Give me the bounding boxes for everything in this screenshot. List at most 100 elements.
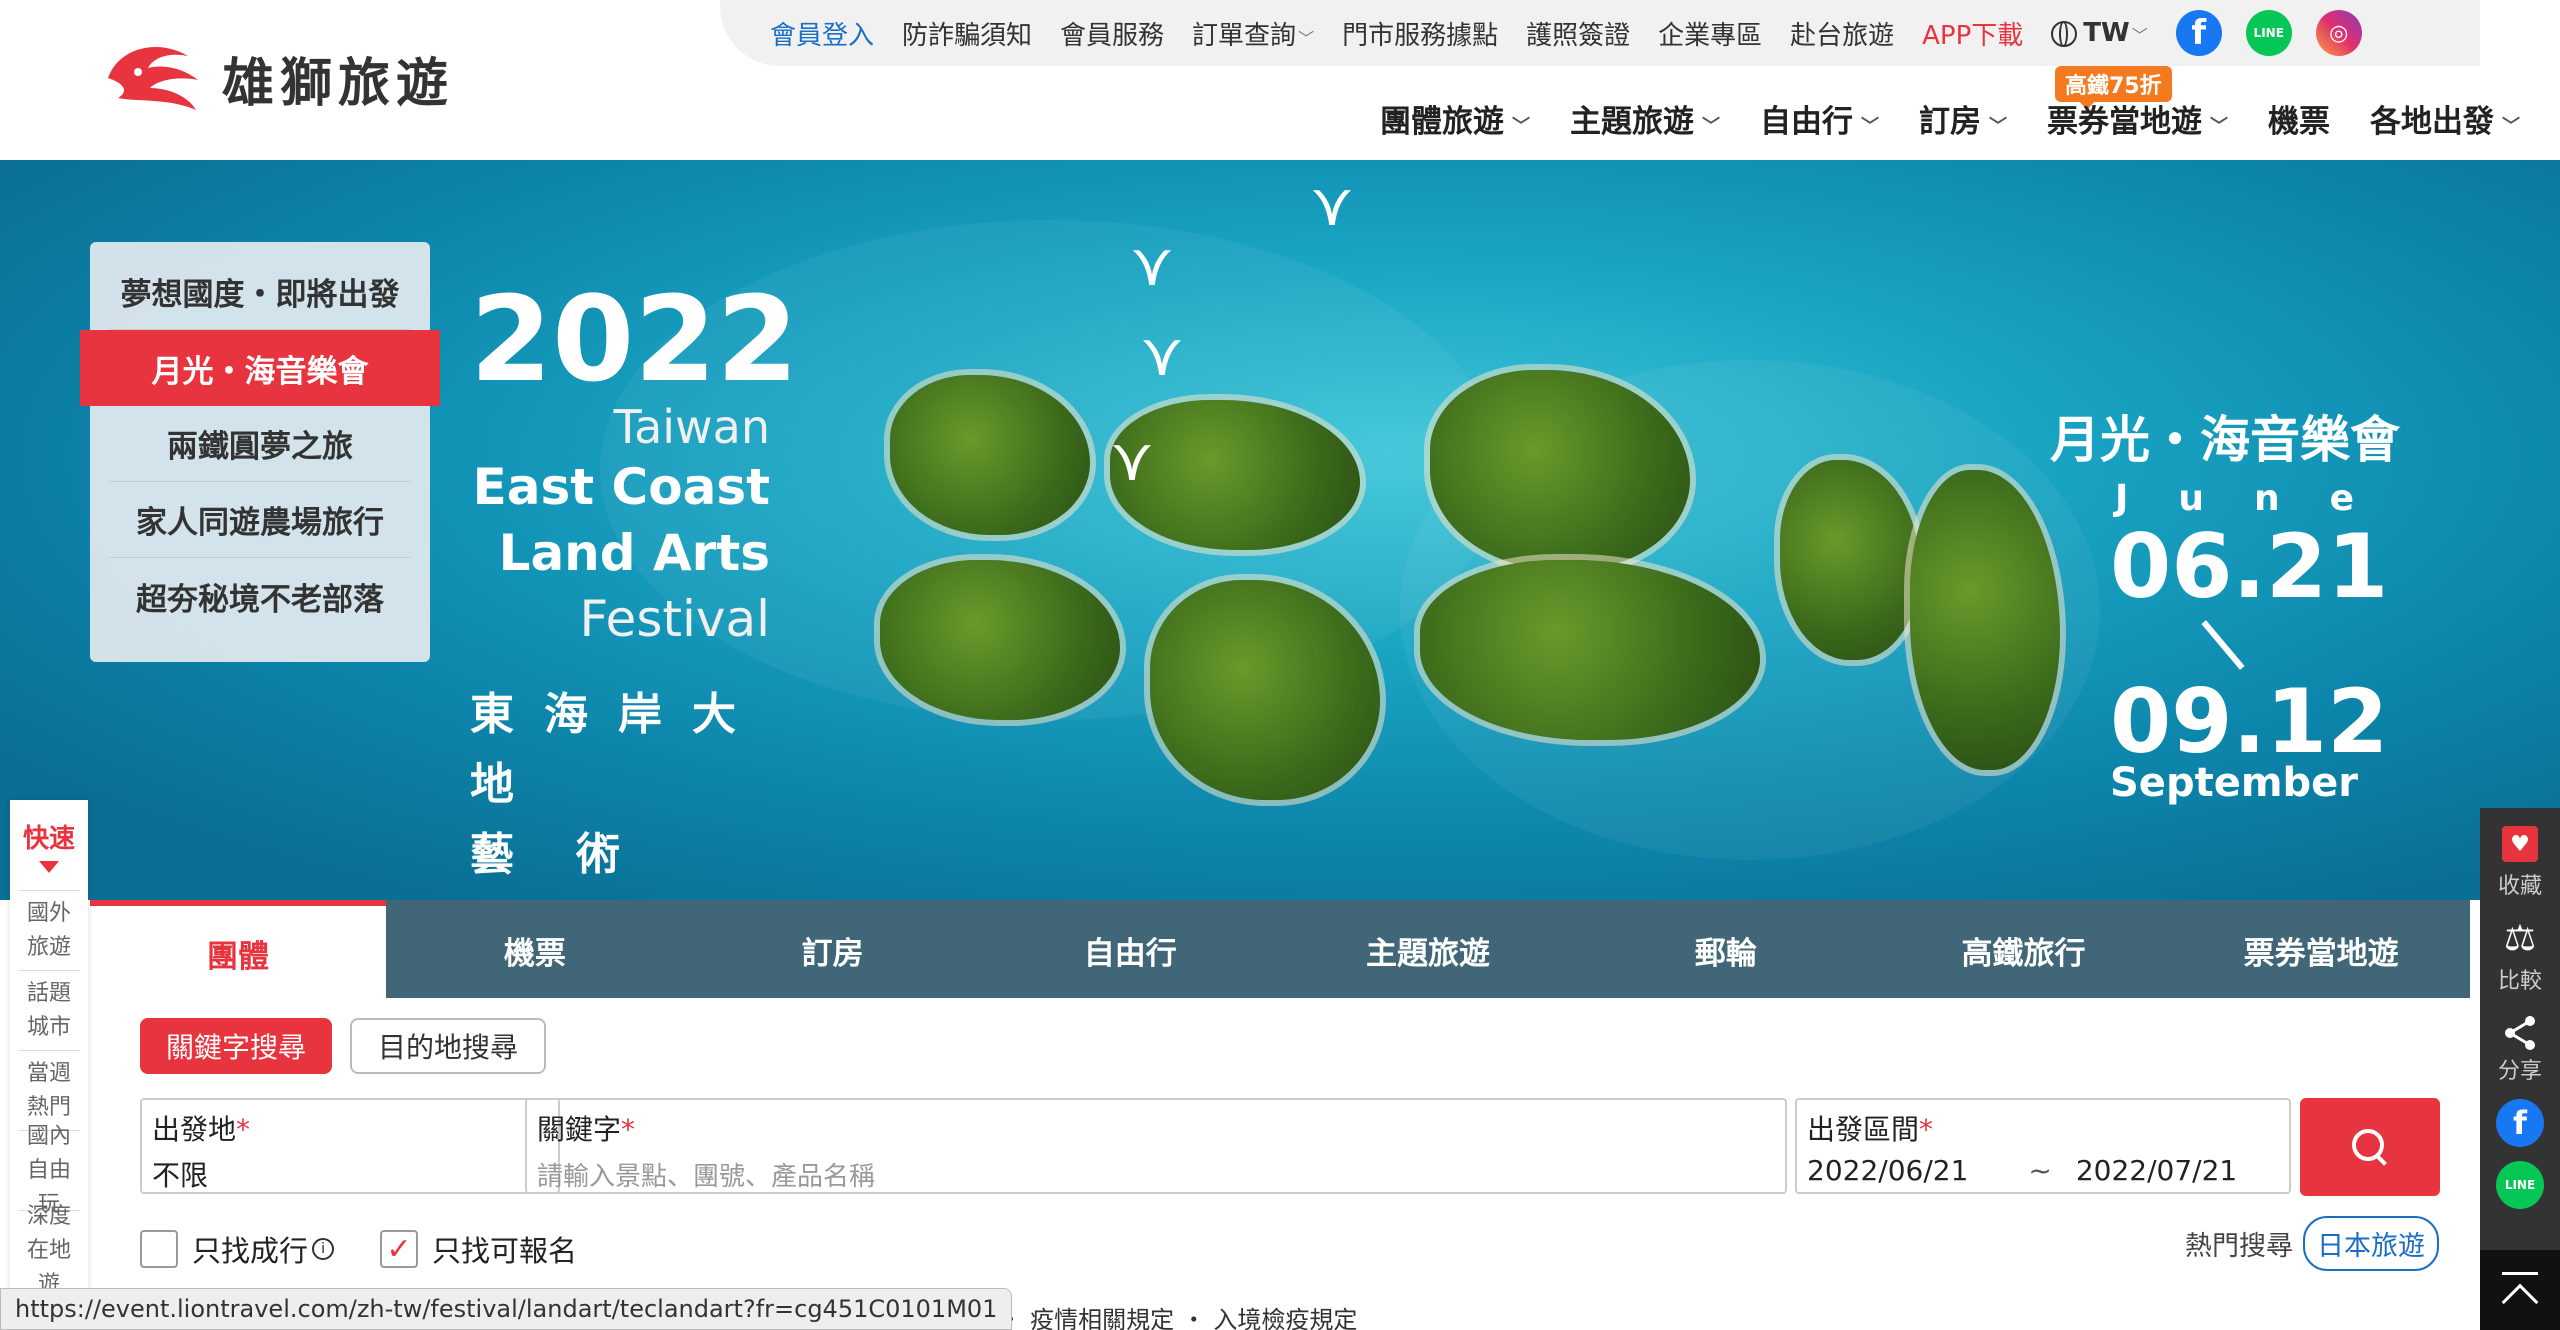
share-button[interactable]: 分享	[2498, 1013, 2542, 1085]
chevron-down-icon: ﹀	[1861, 116, 1879, 137]
search-button[interactable]	[2300, 1098, 2440, 1196]
available-only-checkbox[interactable]: ✓ 只找可報名	[380, 1228, 577, 1270]
search-category-tabs: 團體 機票 訂房 自由行 主題旅遊 郵輪 高鐵旅行 票券當地遊	[90, 900, 2470, 1000]
facebook-share-icon[interactable]: f	[2496, 1099, 2544, 1147]
date-from[interactable]: 2022/06/21	[1807, 1154, 1968, 1187]
lion-logo-icon	[108, 47, 198, 110]
member-service-link[interactable]: 會員服務	[1060, 15, 1164, 52]
seagull-icon: ⋎	[1310, 170, 1354, 240]
app-download-link[interactable]: APP下載	[1922, 15, 2023, 52]
language-selector[interactable]: TW ﹀	[2051, 18, 2148, 48]
instagram-icon[interactable]: ◎	[2315, 10, 2362, 56]
seagull-icon: ⋎	[1110, 425, 1154, 495]
title-line: Festival	[579, 590, 770, 648]
main-nav: 團體旅遊 ﹀ 主題旅遊 ﹀ 自由行 ﹀ 訂房 ﹀ 票券當地遊 ﹀ 機票 各地出發 ﹀	[1340, 96, 2520, 141]
collect-button[interactable]: ♥ 收藏	[2498, 826, 2542, 900]
nav-group-tours[interactable]: 團體旅遊 ﹀	[1380, 96, 1530, 141]
concert-title: 月光・海音樂會	[2050, 411, 2400, 469]
browser-status-url: https://event.liontravel.com/zh-tw/festi…	[0, 1288, 1013, 1330]
carousel-item[interactable]: 家人同遊農場旅行	[110, 482, 410, 558]
tab-tickets-local[interactable]: 票券當地遊	[2172, 900, 2470, 1000]
quick-rail-header[interactable]: 快速	[10, 800, 88, 890]
info-icon[interactable]: i	[312, 1238, 335, 1260]
checkbox-box[interactable]	[140, 1230, 178, 1268]
date-range-values: 2022/06/21 ~ 2022/07/21	[1807, 1154, 2279, 1187]
title-line: Taiwan	[613, 400, 770, 454]
collect-label: 收藏	[2497, 874, 2542, 899]
banner-carousel-menu: 夢想國度・即將出發 月光・海音樂會 兩鐵圓夢之旅 家人同遊農場旅行 超夯秘境不老…	[80, 242, 440, 662]
tab-independent[interactable]: 自由行	[981, 900, 1279, 1000]
nav-label: 機票	[2268, 104, 2330, 140]
title-line: Land Arts	[498, 524, 770, 582]
store-locations-link[interactable]: 門市服務據點	[1342, 15, 1498, 52]
visit-taiwan-link[interactable]: 赴台旅遊	[1790, 15, 1894, 52]
order-query-link[interactable]: 訂單查詢 ﹀	[1192, 15, 1314, 52]
date-range-label: 出發區間	[1807, 1113, 1920, 1146]
carousel-item[interactable]: 兩鐵圓夢之旅	[110, 406, 410, 482]
departure-label: 出發地	[152, 1113, 237, 1146]
chevron-down-icon: ﹀	[1702, 116, 1720, 137]
tab-theme-tours[interactable]: 主題旅遊	[1279, 900, 1577, 1000]
nav-flights[interactable]: 機票	[2268, 96, 2330, 141]
tab-hsr-travel[interactable]: 高鐵旅行	[1875, 900, 2173, 1000]
quick-link[interactable]: 深度在地遊	[18, 1204, 80, 1297]
nav-departures[interactable]: 各地出發 ﹀	[2370, 96, 2520, 141]
nav-label: 團體旅遊	[1380, 104, 1504, 140]
carousel-item[interactable]: 超夯秘境不老部落	[110, 558, 410, 634]
hot-search-tag[interactable]: 日本旅遊	[2303, 1216, 2439, 1271]
top-bar-icon	[2502, 1272, 2538, 1275]
passport-visa-link[interactable]: 護照簽證	[1526, 15, 1630, 52]
hot-searches: 熱門搜尋 日本旅遊	[2185, 1216, 2439, 1271]
chevron-down-icon: ﹀	[1512, 116, 1530, 137]
field-label: 出發地*	[152, 1108, 548, 1148]
end-date: 09.12	[2110, 670, 2389, 773]
line-share-icon[interactable]: LINE	[2496, 1161, 2544, 1209]
compare-button[interactable]: ⚖ 比較	[2498, 918, 2542, 995]
fraud-notice-link[interactable]: 防詐騙須知	[902, 15, 1032, 52]
login-link[interactable]: 會員登入	[770, 15, 874, 52]
search-panel: 關鍵字搜尋 目的地搜尋 出發地* 不限 關鍵字* 請輸入景點、團號、產品名稱 出…	[90, 998, 2470, 1290]
quick-rail-title: 快速	[22, 823, 75, 854]
destination-search-mode-button[interactable]: 目的地搜尋	[350, 1018, 547, 1074]
language-label: TW	[2083, 18, 2130, 48]
tab-hotels[interactable]: 訂房	[684, 900, 982, 1000]
seagull-icon: ⋎	[1130, 230, 1174, 300]
search-icon	[2352, 1129, 2388, 1165]
carousel-item[interactable]: 夢想國度・即將出發	[110, 254, 410, 330]
keyword-field[interactable]: 關鍵字* 請輸入景點、團號、產品名稱	[525, 1098, 1787, 1194]
quick-link[interactable]: 話題城市	[18, 970, 80, 1050]
end-month: September	[2110, 760, 2358, 806]
tab-cruise[interactable]: 郵輪	[1577, 900, 1875, 1000]
nav-hotels[interactable]: 訂房 ﹀	[1919, 96, 2007, 141]
date-range-field[interactable]: 出發區間* 2022/06/21 ~ 2022/07/21	[1795, 1098, 2291, 1194]
keyword-search-mode-button[interactable]: 關鍵字搜尋	[140, 1018, 333, 1074]
nav-label: 票券當地遊	[2047, 104, 2202, 140]
tab-group-tours[interactable]: 團體	[90, 900, 386, 1000]
heart-icon: ♥	[2501, 826, 2538, 862]
enterprise-link[interactable]: 企業專區	[1658, 15, 1762, 52]
caret-down-icon	[39, 860, 59, 873]
logo[interactable]: 雄獅旅遊	[98, 38, 454, 118]
nav-independent[interactable]: 自由行 ﹀	[1760, 96, 1879, 141]
nav-theme-tours[interactable]: 主題旅遊 ﹀	[1570, 96, 1720, 141]
confirmed-only-checkbox[interactable]: 只找成行 i	[140, 1228, 335, 1270]
tab-flights[interactable]: 機票	[386, 900, 684, 1000]
globe-icon	[2051, 20, 2078, 47]
festival-chinese-title: 東海岸大地 藝術節	[470, 680, 770, 900]
date-separator: ~	[2028, 1154, 2052, 1187]
festival-english-title: Taiwan East Coast Land Arts Festival	[470, 400, 770, 652]
quick-link[interactable]: 國外旅遊	[18, 890, 80, 970]
nav-tickets-local[interactable]: 票券當地遊 ﹀	[2047, 96, 2228, 141]
back-to-top-button[interactable]	[2480, 1250, 2560, 1330]
line-icon[interactable]: LINE	[2245, 10, 2292, 56]
carousel-item-active[interactable]: 月光・海音樂會	[80, 330, 440, 406]
checkmark-icon[interactable]: ✓	[380, 1230, 418, 1268]
quick-link[interactable]: 國內自由玩	[18, 1124, 80, 1217]
order-query-label: 訂單查詢	[1192, 20, 1297, 51]
departure-select[interactable]: 出發地* 不限	[140, 1098, 560, 1194]
facebook-icon[interactable]: f	[2175, 10, 2222, 56]
keyword-input[interactable]: 請輸入景點、團號、產品名稱	[537, 1156, 1775, 1193]
quick-link[interactable]: 當週熱門	[18, 1050, 80, 1130]
date-to[interactable]: 2022/07/21	[2076, 1154, 2237, 1187]
start-month: June	[2115, 478, 2405, 519]
